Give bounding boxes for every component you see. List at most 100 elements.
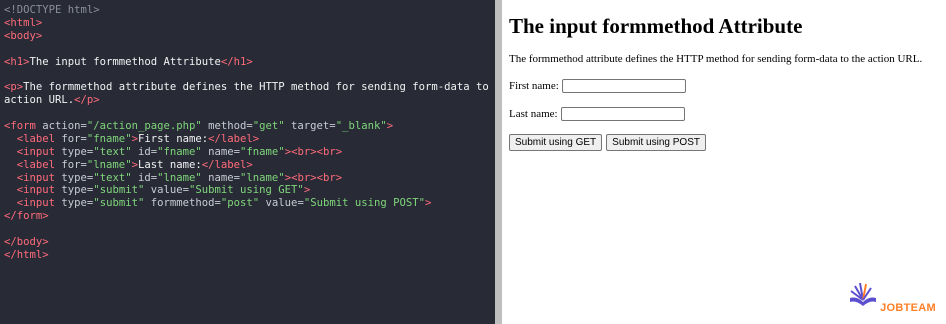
attr-token: value=: [259, 197, 304, 210]
attr-token: value=: [144, 184, 189, 197]
code-line: <label for="fname">First name:</label>: [4, 133, 495, 146]
first-name-row: First name:: [509, 78, 946, 94]
attr-token: name=: [201, 145, 241, 158]
string-token: "fname": [240, 145, 285, 158]
code-line: <!DOCTYPE html>: [4, 4, 495, 17]
attr-token: formmethod=: [144, 197, 221, 210]
code-line: action URL.</p>: [4, 94, 495, 107]
string-token: "lname": [157, 171, 202, 184]
string-token: "get": [252, 120, 285, 133]
attr-token: type=: [55, 171, 94, 184]
logo-text: JOBTEAM: [880, 302, 936, 314]
attr-token: type=: [55, 197, 94, 210]
string-token: "lname": [240, 171, 285, 184]
code-line: <form action="/action_page.php" method="…: [4, 120, 495, 133]
attr-token: type=: [55, 145, 94, 158]
pane-divider-handle[interactable]: [495, 0, 502, 324]
code-line: <input type="text" id="fname" name="fnam…: [4, 146, 495, 159]
tag-token: </label>: [208, 132, 260, 145]
book-icon: [848, 279, 878, 314]
tag-token: >: [303, 184, 311, 197]
string-token: "_blank": [335, 120, 387, 133]
tag-token: <input: [4, 171, 56, 184]
code-line: <body>: [4, 30, 495, 43]
text-token: The formmethod attribute defines the HTT…: [23, 81, 515, 94]
string-token: "submit": [93, 184, 145, 197]
code-line: <p>The formmethod attribute defines the …: [4, 81, 514, 94]
submit-buttons: Submit using GET Submit using POST: [509, 134, 946, 151]
attr-token: for=: [55, 132, 87, 145]
text-token: action URL.: [4, 94, 75, 107]
code-line: </html>: [4, 249, 495, 262]
code-line: <input type="submit" value="Submit using…: [4, 184, 495, 197]
tag-token: </html>: [4, 248, 49, 261]
text-token: First name:: [137, 132, 209, 145]
tag-token: <label: [4, 158, 56, 171]
attr-token: id=: [131, 145, 158, 158]
attr-token: type=: [55, 184, 94, 197]
submit-get-button[interactable]: Submit using GET: [509, 134, 603, 151]
code-line: <html>: [4, 17, 495, 30]
tag-token: </p>: [74, 94, 100, 107]
string-token: "Submit using GET": [189, 184, 304, 197]
first-name-input[interactable]: [561, 79, 686, 93]
jobteam-logo: JOBTEAM: [848, 279, 936, 314]
tag-token: <label: [4, 132, 56, 145]
last-name-input[interactable]: [560, 107, 685, 121]
code-line: <label for="lname">Last name:</label>: [4, 159, 495, 172]
string-token: "submit": [93, 197, 145, 210]
attr-token: action=: [35, 120, 87, 133]
tag-token: <html>: [4, 16, 43, 29]
tag-token: <form: [4, 120, 36, 133]
tag-token: >: [386, 120, 394, 133]
attr-token: for=: [55, 158, 87, 171]
string-token: "fname": [157, 145, 202, 158]
string-token: "fname": [86, 132, 132, 145]
tag-token: </label>: [201, 158, 253, 171]
tag-token: </form>: [4, 210, 49, 223]
attr-token: name=: [201, 171, 241, 184]
tag-token: >: [425, 197, 432, 210]
last-name-row: Last name:: [509, 106, 946, 122]
description-text: The formmethod attribute defines the HTT…: [509, 53, 923, 65]
tag-token: <input: [4, 197, 56, 210]
code-line: <input type="submit" formmethod="post" v…: [4, 197, 495, 210]
attr-token: method=: [201, 120, 253, 133]
result-preview: The input formmethod Attribute The formm…: [502, 0, 946, 324]
string-token: "text": [93, 171, 132, 184]
code-block: <!DOCTYPE html> <html> <body> <h1>The input…: [4, 4, 514, 262]
first-name-label: First name:: [509, 80, 559, 92]
text-token: Last name:: [137, 158, 202, 171]
string-token: "/action_page.php": [86, 120, 202, 133]
attr-token: id=: [131, 171, 158, 184]
tag-token: <br><br>: [291, 171, 343, 184]
last-name-label: Last name:: [509, 108, 558, 120]
code-line: </form>: [4, 210, 495, 223]
code-line: </body>: [4, 236, 495, 249]
string-token: "text": [93, 145, 132, 158]
tag-token: <input: [4, 145, 56, 158]
code-line: <input type="text" id="lname" name="lnam…: [4, 172, 495, 185]
string-token: "Submit using POST": [303, 197, 426, 210]
code-editor[interactable]: <!DOCTYPE html> <html> <body> <h1>The input…: [0, 0, 514, 324]
attr-token: target=: [284, 120, 336, 133]
tag-token: <p>: [4, 81, 24, 94]
string-token: "post": [220, 197, 260, 210]
string-token: "lname": [86, 158, 132, 171]
code-line: <h1>The input formmethod Attribute</h1>: [4, 56, 495, 69]
tag-token: </h1>: [220, 55, 253, 68]
submit-post-button[interactable]: Submit using POST: [606, 134, 706, 151]
page-heading: The input formmethod Attribute: [509, 14, 803, 38]
demo-form: First name: Last name: Submit using GET …: [509, 78, 946, 151]
doctype-token: <!DOCTYPE html>: [4, 4, 100, 16]
tag-token: <br><br>: [291, 145, 343, 158]
text-token: The input formmethod Attribute: [29, 55, 221, 68]
tag-token: <body>: [4, 29, 43, 42]
tag-token: <h1>: [4, 55, 30, 68]
tag-token: </body>: [4, 236, 49, 249]
tag-token: <input: [4, 184, 56, 197]
